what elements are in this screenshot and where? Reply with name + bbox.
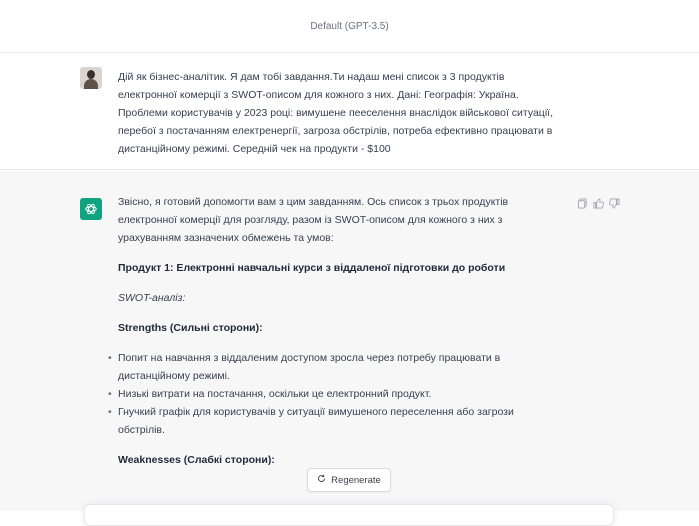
regenerate-button[interactable]: Regenerate [307, 468, 391, 492]
strengths-list: Попит на навчання з віддаленим доступом … [108, 349, 580, 439]
copy-icon[interactable] [576, 197, 588, 209]
list-item-line: обстрілів. [118, 424, 165, 436]
swot-label: SWOT-аналіз: [118, 292, 186, 304]
assistant-message: Звісно, я готовий допомогти вам з цим за… [0, 171, 699, 511]
strengths-heading: Strengths (Сильні сторони): [118, 322, 263, 334]
list-item: Низькі витрати на постачання, оскільки ц… [108, 385, 580, 403]
list-item-line: Попит на навчання з віддаленим доступом … [118, 352, 501, 364]
list-item-line: Гнучкий графік для користувачів у ситуац… [118, 406, 514, 418]
assistant-message-text: Звісно, я готовий допомогти вам з цим за… [108, 193, 580, 469]
user-message: Дій як бізнес-аналітик. Я дам тобі завда… [0, 53, 699, 170]
user-line: електронної комерції з SWOT-описом для к… [118, 89, 519, 101]
list-item-line: дистанційному режимі. [118, 370, 230, 382]
user-line: перебої з постачанням електренергії, заг… [118, 125, 553, 137]
thumbs-up-icon[interactable] [592, 197, 604, 209]
model-label: Default (GPT-3.5) [310, 20, 389, 32]
list-item: Гнучкий графік для користувачів у ситуац… [108, 403, 580, 439]
message-input[interactable] [84, 504, 614, 526]
chatgpt-logo-icon [80, 198, 102, 220]
thumbs-down-icon[interactable] [608, 197, 620, 209]
regenerate-label: Regenerate [331, 474, 381, 486]
assistant-line: Звісно, я готовий допомогти вам з цим за… [118, 196, 509, 208]
refresh-icon [317, 474, 326, 486]
model-bar[interactable]: Default (GPT-3.5) [0, 0, 699, 53]
product-title: Продукт 1: Електронні навчальні курси з … [118, 262, 506, 274]
assistant-line: електронної комерції для розгляду, разом… [118, 214, 503, 226]
user-line: Дій як бізнес-аналітик. Я дам тобі завда… [118, 71, 505, 83]
assistant-line: урахуванням зазначених обмежень та умов: [118, 232, 334, 244]
user-line: Проблеми користувачів у 2023 році: вимуш… [118, 107, 553, 119]
list-item-line: Низькі витрати на постачання, оскільки ц… [118, 388, 432, 400]
weaknesses-heading: Weaknesses (Слабкі сторони): [118, 454, 275, 466]
list-item: Попит на навчання з віддаленим доступом … [108, 349, 580, 385]
message-actions [576, 197, 620, 209]
user-message-text: Дій як бізнес-аналітик. Я дам тобі завда… [118, 68, 580, 158]
user-avatar [80, 67, 102, 89]
user-line: дистанційному режимі. Середній чек на пр… [118, 143, 391, 155]
